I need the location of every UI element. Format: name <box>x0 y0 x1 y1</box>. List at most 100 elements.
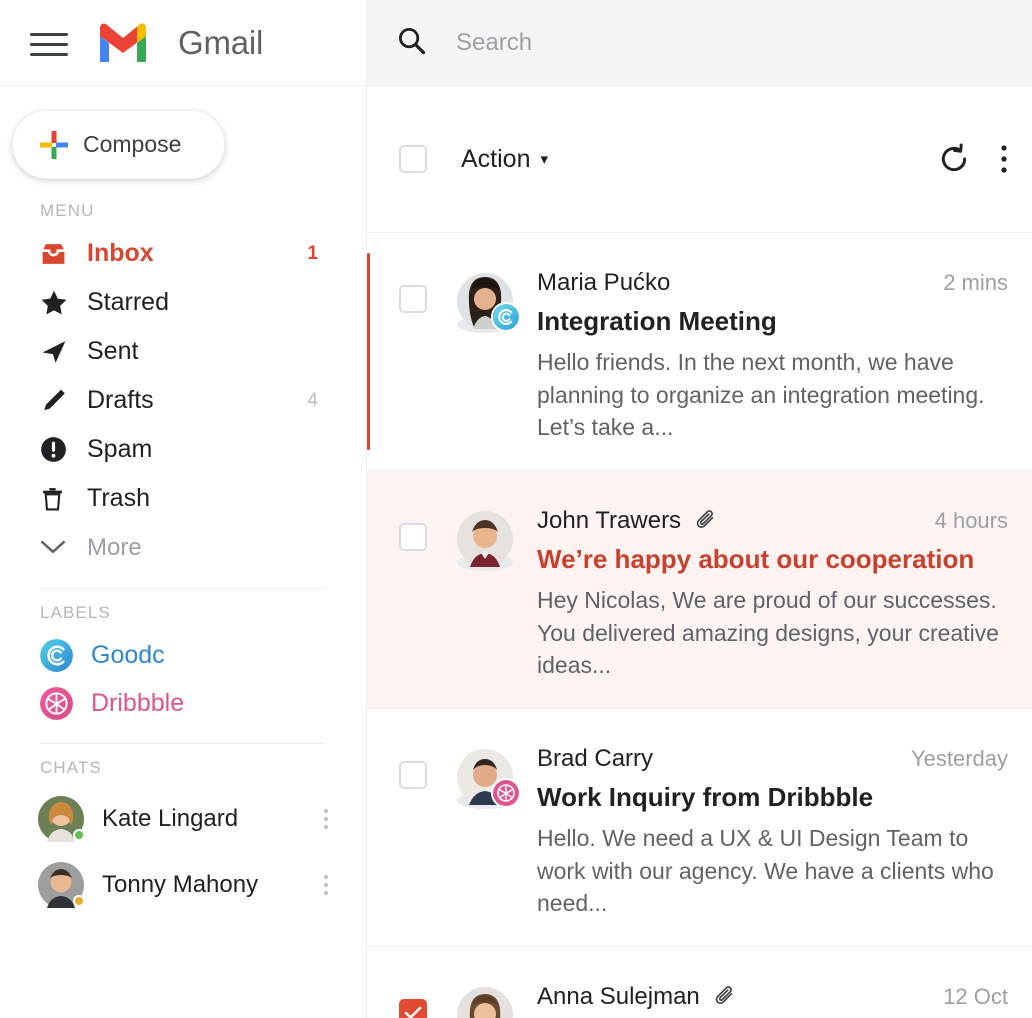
email-snippet: Hello. We need a UX & UI Design Team to … <box>537 824 994 917</box>
sidebar-item-label: Starred <box>87 288 169 316</box>
sidebar-label-text: Goodc <box>91 640 165 669</box>
sidebar-item-label: Inbox <box>87 239 154 267</box>
email-checkbox[interactable] <box>399 285 427 313</box>
dribbble-badge-icon <box>491 777 521 808</box>
sidebar-item-more[interactable]: More <box>0 523 366 572</box>
email-row[interactable]: Maria Pućko 2 mins Integration Meeting H… <box>367 233 1032 471</box>
inbox-count: 1 <box>307 242 318 264</box>
sidebar-item-label: Trash <box>87 484 150 512</box>
sidebar-item-label: More <box>87 533 142 561</box>
chat-name: Kate Lingard <box>102 805 239 832</box>
gmail-logo-icon <box>100 23 146 62</box>
email-sender: Anna Sulejman <box>537 982 700 1010</box>
email-content: John Trawers 4 hours We’re happy about o… <box>537 497 1008 682</box>
chat-item-tonny[interactable]: Tonny Mahony <box>0 852 366 918</box>
chevron-down-icon[interactable]: ▾ <box>540 150 548 168</box>
more-vertical-icon[interactable] <box>1000 144 1008 174</box>
brand-bar: Gmail <box>0 0 366 86</box>
john-avatar <box>457 510 513 571</box>
search-icon <box>397 26 426 60</box>
goodc-label-icon <box>40 638 73 672</box>
sidebar-label-dribbble[interactable]: Dribbble <box>0 679 366 727</box>
avatar <box>457 273 521 333</box>
email-subject: Integration Meeting <box>537 306 777 336</box>
email-sender: Brad Carry <box>537 744 654 772</box>
email-row[interactable]: Brad Carry Yesterday Work Inquiry from D… <box>367 709 1032 947</box>
sidebar-item-spam[interactable]: Spam <box>0 425 366 474</box>
sidebar-item-trash[interactable]: Trash <box>0 474 366 523</box>
inbox-icon <box>40 242 70 266</box>
email-header: Brad Carry Yesterday <box>537 745 1008 773</box>
sidebar-label-text: Dribbble <box>91 688 185 717</box>
dribbble-label-icon <box>40 686 73 720</box>
select-all-checkbox[interactable] <box>399 145 427 173</box>
email-checkbox[interactable] <box>399 522 427 551</box>
more-vertical-icon[interactable] <box>323 875 328 895</box>
action-dropdown-label[interactable]: Action <box>461 145 530 174</box>
email-time: Yesterday <box>910 745 1008 771</box>
refresh-icon[interactable] <box>938 143 970 175</box>
hamburger-menu-icon[interactable] <box>30 30 68 56</box>
brand-name: Gmail <box>178 23 264 61</box>
email-checkbox-container <box>399 259 427 444</box>
email-sender: John Trawers <box>537 506 682 534</box>
sidebar-item-sent[interactable]: Sent <box>0 327 366 376</box>
email-checkbox[interactable] <box>399 760 427 789</box>
compose-container: Compose <box>0 86 366 179</box>
send-icon <box>40 339 70 365</box>
email-time: 2 mins <box>943 270 1008 295</box>
compose-label: Compose <box>83 131 182 157</box>
attachment-icon <box>714 986 736 1008</box>
sidebar-item-label: Drafts <box>87 386 154 414</box>
email-time: 12 Oct <box>943 983 1008 1009</box>
email-checkbox-container <box>399 497 427 682</box>
email-sender: Maria Pućko <box>537 269 671 296</box>
main-panel: Search Action ▾ Maria Pućko 2 mins Integ… <box>367 0 1032 1018</box>
chevron-down-icon <box>40 539 70 556</box>
avatar <box>457 986 513 1018</box>
sidebar-divider-chats <box>40 743 326 744</box>
chats-section-title: CHATS <box>40 758 102 777</box>
email-snippet: Hello friends. In the next month, we hav… <box>537 349 985 441</box>
sidebar-item-inbox[interactable]: Inbox 1 <box>0 229 366 278</box>
chat-name: Tonny Mahony <box>102 871 259 898</box>
search-bar[interactable]: Search <box>367 0 1032 85</box>
avatar <box>38 862 85 908</box>
goodc-badge-icon <box>491 302 521 332</box>
email-content: Anna Sulejman 12 Oct Estymacja serwisu i… <box>537 973 1008 1018</box>
sidebar-item-label: Spam <box>87 435 153 463</box>
email-time: 4 hours <box>934 507 1008 533</box>
sidebar: Gmail Compose MENU Inbox 1 Starred Sent … <box>0 0 367 1018</box>
email-snippet: Hey Nicolas, We are proud of our success… <box>537 586 999 679</box>
plus-icon <box>40 130 68 159</box>
email-header: John Trawers 4 hours <box>537 507 1008 535</box>
email-subject: Work Inquiry from Dribbble <box>537 781 874 812</box>
email-content: Maria Pućko 2 mins Integration Meeting H… <box>537 259 1008 444</box>
attachment-icon <box>695 510 717 532</box>
alert-icon <box>40 436 70 463</box>
pencil-icon <box>40 388 70 414</box>
menu-section-title: MENU <box>40 201 95 220</box>
sidebar-item-drafts[interactable]: Drafts 4 <box>0 376 366 425</box>
email-header: Maria Pućko 2 mins <box>537 269 1008 297</box>
email-list: Maria Pućko 2 mins Integration Meeting H… <box>367 233 1032 1018</box>
email-header: Anna Sulejman 12 Oct <box>537 983 1008 1011</box>
unread-accent-bar <box>367 253 370 450</box>
sidebar-item-starred[interactable]: Starred <box>0 278 366 327</box>
email-row[interactable]: Anna Sulejman 12 Oct Estymacja serwisu i… <box>367 947 1032 1018</box>
search-input[interactable]: Search <box>456 29 532 57</box>
list-toolbar: Action ▾ <box>367 85 1032 233</box>
more-vertical-icon[interactable] <box>323 809 328 829</box>
avatar <box>457 748 521 809</box>
labels-section-title: LABELS <box>40 603 111 622</box>
chat-item-kate[interactable]: Kate Lingard <box>0 786 366 852</box>
gmail-app: Gmail Compose MENU Inbox 1 Starred Sent … <box>0 0 1032 1018</box>
avatar <box>38 796 85 842</box>
status-dot-away <box>73 895 85 907</box>
status-dot-online <box>73 829 85 841</box>
sidebar-label-goodc[interactable]: Goodc <box>0 631 366 679</box>
email-checkbox[interactable] <box>399 998 427 1018</box>
compose-button[interactable]: Compose <box>12 110 225 179</box>
email-checkbox-container <box>399 973 427 1018</box>
email-row[interactable]: John Trawers 4 hours We’re happy about o… <box>367 470 1032 709</box>
